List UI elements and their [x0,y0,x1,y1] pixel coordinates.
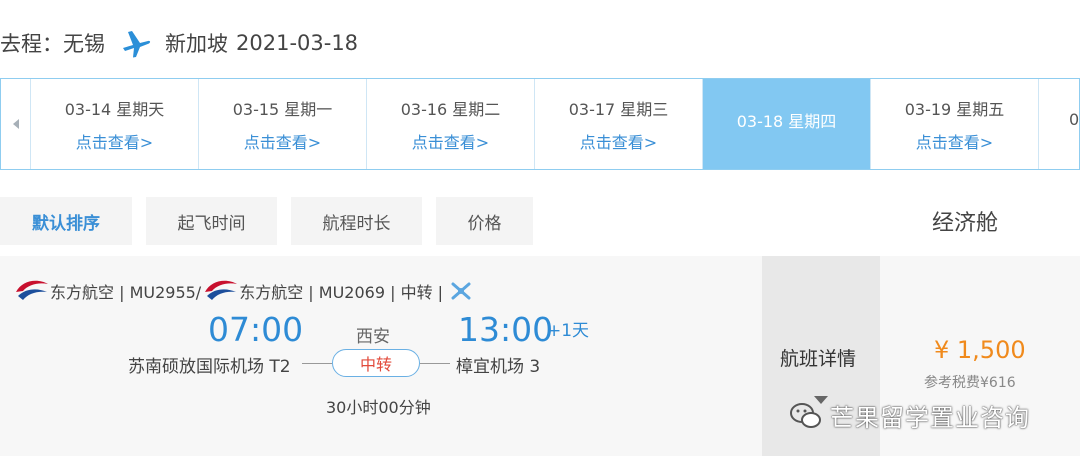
china-eastern-logo-icon [16,280,48,300]
flight-duration: 30小时00分钟 [326,398,431,417]
wechat-watermark: 芒果留学置业咨询 [788,398,1030,433]
route-header: 去程：无锡 新加坡 2021-03-18 [0,20,358,66]
arrival-time: 13:00 [458,310,554,349]
sort-departure-tab[interactable]: 起飞时间 [146,197,277,245]
view-link[interactable]: 点击查看> [580,129,657,153]
fare-price[interactable]: ¥ 1,500 [934,336,1026,364]
date-label: 03-17 星期三 [568,99,669,119]
view-link[interactable]: 点击查看> [244,129,321,153]
chevron-left-icon [12,119,19,129]
view-link[interactable]: 点击查看> [76,129,153,153]
date-label: 0 [1069,110,1080,129]
sort-price-tab[interactable]: 价格 [436,197,533,245]
route-date: 2021-03-18 [236,31,359,55]
next-day-badge: +1天 [547,321,590,341]
sort-default-tab[interactable]: 默认排序 [0,197,132,245]
date-tab-0314[interactable]: 03-14 星期天 点击查看> [31,79,199,169]
cabin-class: 经济舱 [932,211,999,236]
transfer-badge: 中转 [332,349,420,377]
airline-segment-2: 东方航空 | MU2069 | 中转 | [239,283,444,302]
date-tab-0316[interactable]: 03-16 星期二 点击查看> [367,79,535,169]
reference-tax: 参考税费¥616 [924,375,1016,391]
flight-details-label: 航班详情 [780,348,857,370]
route-origin: 去程：无锡 [0,32,105,56]
route-destination: 新加坡 [165,32,228,56]
date-tab-0315[interactable]: 03-15 星期一 点击查看> [199,79,367,169]
watermark-text: 芒果留学置业咨询 [830,404,1030,432]
date-tab-next-partial[interactable]: 0 [1039,79,1079,169]
date-label: 03-19 星期五 [904,99,1005,119]
date-tab-0318-selected[interactable]: 03-18 星期四 ¥ 1,500 [703,79,1019,169]
sort-duration-tab[interactable]: 航程时长 [291,197,422,245]
route-line-right [420,363,450,364]
airplane-icon [123,31,151,58]
date-label: 03-16 星期二 [400,99,501,119]
prev-dates-button[interactable] [1,79,31,169]
sort-bar: 默认排序 起飞时间 航程时长 价格 [0,197,547,245]
departure-time: 07:00 [208,310,304,349]
date-tab-0319[interactable]: 03-19 星期五 点击查看> [871,79,1039,169]
date-selector: 03-14 星期天 点击查看> 03-15 星期一 点击查看> 03-16 星期… [0,78,1080,170]
date-tab-0317[interactable]: 03-17 星期三 点击查看> [535,79,703,169]
date-label: 03-14 星期天 [64,99,165,119]
china-eastern-logo-icon [205,280,238,300]
connection-plane-icon [451,282,471,300]
lowest-price: ¥ 1,500 [935,159,1019,169]
date-label: 03-18 星期四 [736,111,837,131]
wechat-icon [790,402,821,428]
route-line-left [302,363,332,364]
airline-info: 东方航空 | MU2955/ 东方航空 | MU2069 | 中转 | [14,276,473,306]
arrival-airport: 樟宜机场 3 [456,357,541,377]
view-link[interactable]: 点击查看> [916,129,993,153]
departure-airport: 苏南硕放国际机场 T2 [128,357,291,377]
view-link[interactable]: 点击查看> [412,129,489,153]
transfer-city: 西安 [356,327,390,347]
airline-segment-1: 东方航空 | MU2955/ [50,283,202,302]
date-label: 03-15 星期一 [232,99,333,119]
